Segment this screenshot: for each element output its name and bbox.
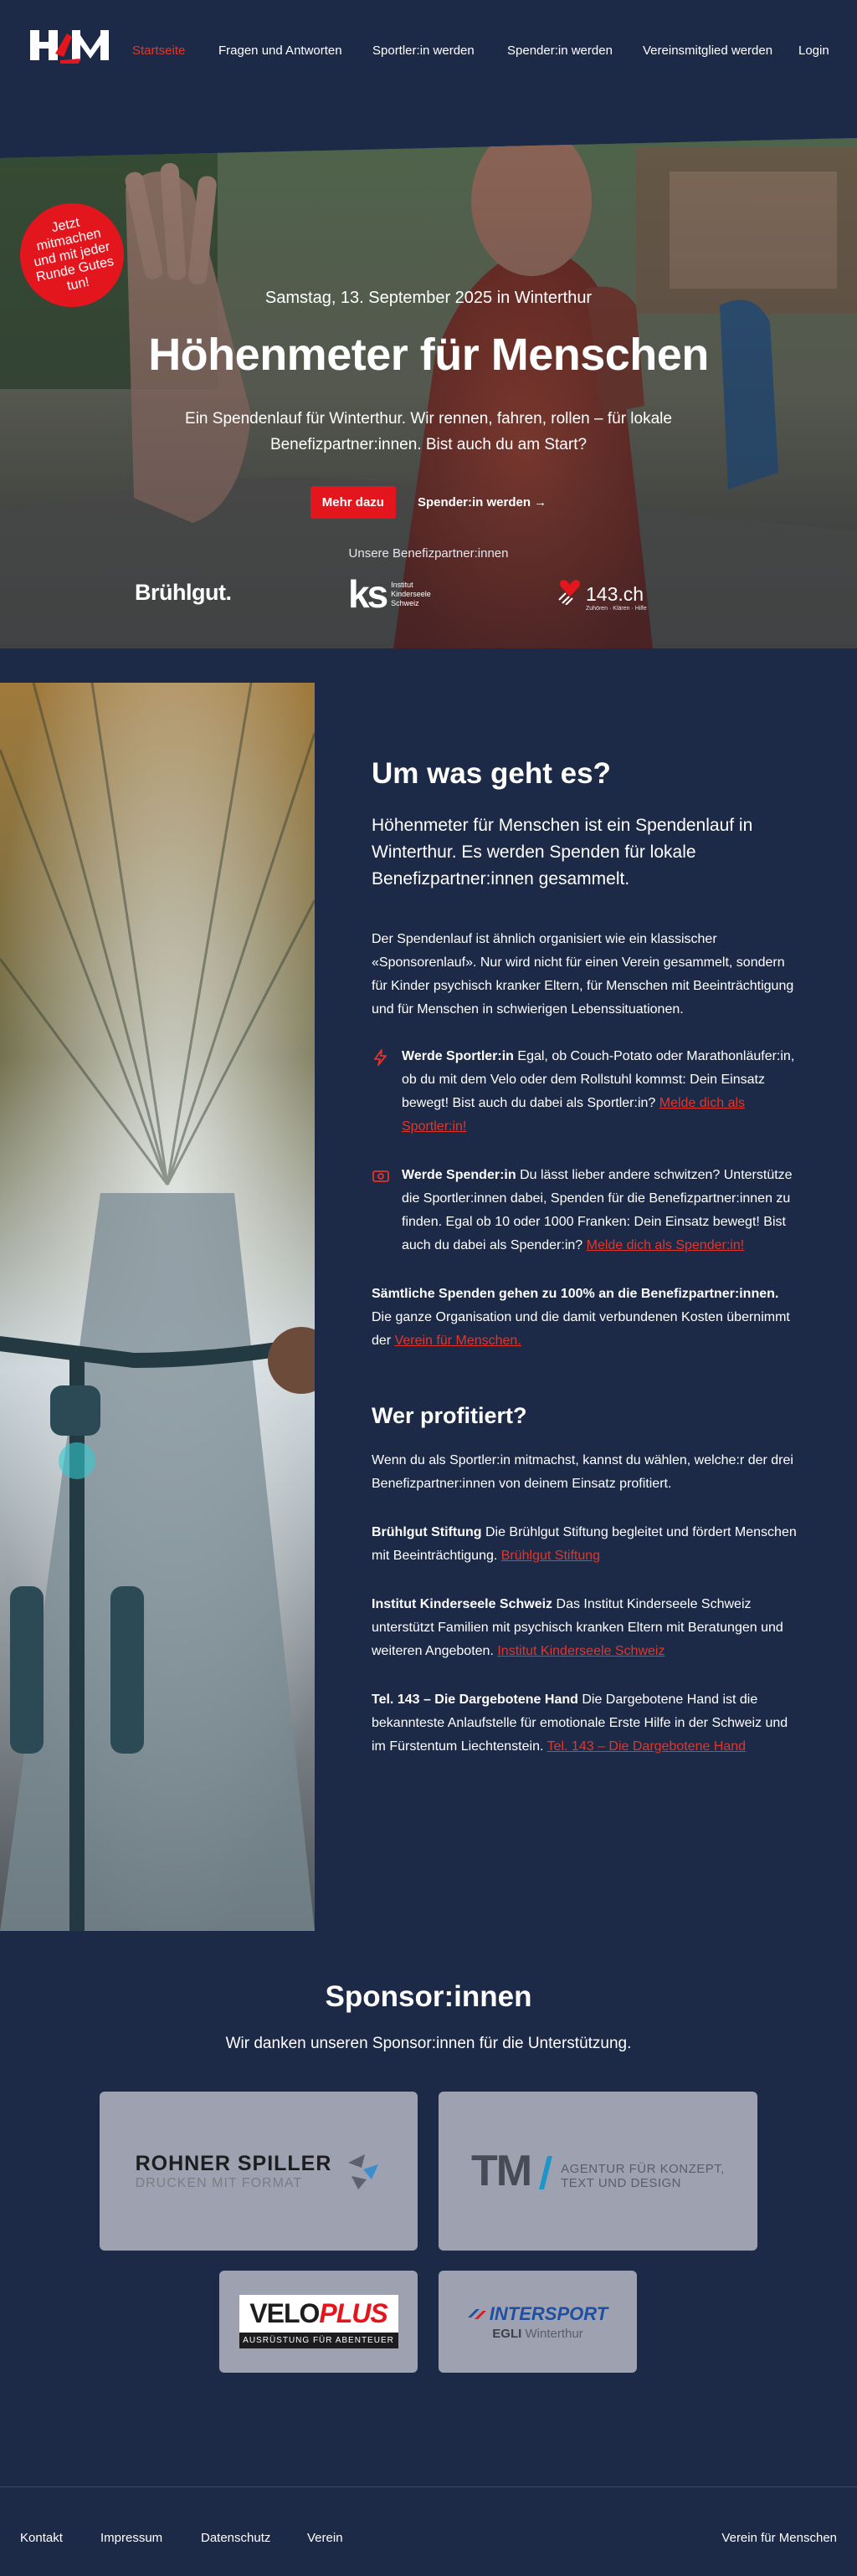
- bike-ride-image: [0, 683, 315, 1931]
- beneficiary-143: Tel. 143 – Die Dargebotene Hand Die Darg…: [372, 1688, 798, 1759]
- tel143-sub: Zuhören · Klären · Hilfe: [586, 606, 647, 612]
- donor-signup-link[interactable]: Melde dich als Spender:in!: [587, 1238, 745, 1252]
- footer-link-verein[interactable]: Verein: [307, 2531, 343, 2545]
- tm-line1: AGENTUR FÜR KONZEPT,: [561, 2162, 725, 2176]
- feature-donor-title: Werde Spender:in: [402, 1168, 516, 1182]
- sponsors-subtitle: Wir danken unseren Sponsor:innen für die…: [225, 2035, 632, 2052]
- veloplus-tagline: AUSRÜSTUNG FÜR ABENTEUER: [239, 2333, 398, 2348]
- footer-link-impressum[interactable]: Impressum: [100, 2531, 201, 2545]
- beneficiary-name: Tel. 143 – Die Dargebotene Hand: [372, 1693, 578, 1707]
- nav-item-startseite[interactable]: Startseite: [132, 44, 218, 58]
- site-header: Startseite Fragen und Antworten Sportler…: [0, 0, 857, 109]
- about-title: Um was geht es?: [372, 757, 611, 790]
- heart-icon: [558, 580, 580, 605]
- nav-item-sportler[interactable]: Sportler:in werden: [372, 44, 507, 58]
- intersport-mark-icon: [467, 2308, 486, 2319]
- tel143-label: 143.ch: [586, 583, 644, 605]
- sponsor-card-tm[interactable]: TM AGENTUR FÜR KONZEPT, TEXT UND DESIGN: [439, 2092, 757, 2251]
- spender-werden-link[interactable]: Spender:in werden →: [418, 495, 547, 510]
- hfm-logo-icon: [30, 30, 109, 64]
- footer-nav: Kontakt Impressum Datenschutz Verein: [20, 2531, 343, 2545]
- sponsor-card-veloplus[interactable]: VELOPLUS AUSRÜSTUNG FÜR ABENTEUER: [219, 2271, 418, 2373]
- partner-logo-143[interactable]: 143.ch Zuhören · Klären · Hilfe: [557, 575, 647, 612]
- sponsor-card-intersport[interactable]: INTERSPORT EGLI Winterthur: [439, 2271, 637, 2373]
- mehr-dazu-button[interactable]: Mehr dazu: [310, 486, 396, 519]
- main-nav: Startseite Fragen und Antworten Sportler…: [132, 44, 829, 58]
- veloplus-velo: VELO: [249, 2298, 320, 2328]
- tm-slash-icon: [539, 2156, 553, 2189]
- hero-buttons: Mehr dazu Spender:in werden →: [0, 486, 857, 519]
- partner-logo-kinderseele[interactable]: ks Institut Kinderseele Schweiz: [348, 575, 438, 613]
- site-logo[interactable]: [30, 28, 110, 65]
- lightning-icon: [374, 1049, 387, 1066]
- footer-org-name[interactable]: Verein für Menschen: [721, 2531, 837, 2545]
- beneficiary-name: Brühlgut Stiftung: [372, 1525, 482, 1539]
- hero-title: Höhenmeter für Menschen: [148, 330, 709, 380]
- rohner-mark-icon: [348, 2154, 379, 2189]
- veloplus-plus: PLUS: [319, 2298, 387, 2328]
- tm-mark: TM: [471, 2147, 532, 2195]
- hero-section: Jetzt mitmachen und mit jeder Runde Gute…: [0, 138, 857, 648]
- who-intro: Wenn du als Sportler:in mitmachst, kanns…: [372, 1453, 793, 1491]
- feature-donor: Werde Spender:in Du lässt lieber andere …: [372, 1164, 798, 1257]
- nav-item-spender[interactable]: Spender:in werden: [507, 44, 643, 58]
- kinderseele-link[interactable]: Institut Kinderseele Schweiz: [497, 1644, 665, 1658]
- feature-athlete-title: Werde Sportler:in: [402, 1049, 514, 1063]
- partners-label: Unsere Benefizpartner:innen: [348, 546, 509, 561]
- partner-logo-bruehlgut[interactable]: Brühlgut.: [135, 580, 232, 606]
- hero-date: Samstag, 13. September 2025 in Winterthu…: [264, 289, 593, 307]
- about-lead: Höhenmeter für Menschen ist ein Spendenl…: [372, 816, 753, 889]
- sponsor-card-rohner-spiller[interactable]: ROHNER SPILLER DRUCKEN MIT FORMAT: [100, 2092, 418, 2251]
- nav-item-faq[interactable]: Fragen und Antworten: [218, 44, 372, 58]
- about-section: Um was geht es? Höhenmeter für Menschen …: [372, 757, 798, 1759]
- rohner-name: ROHNER SPILLER: [135, 2151, 332, 2175]
- money-icon: [372, 1170, 389, 1182]
- all-donations-text: Sämtliche Spenden gehen zu 100% an die B…: [372, 1283, 798, 1353]
- verein-link[interactable]: Verein für Menschen.: [395, 1334, 521, 1348]
- tm-line2: TEXT UND DESIGN: [561, 2176, 682, 2190]
- beneficiary-name: Institut Kinderseele Schweiz: [372, 1597, 553, 1611]
- all-donations-bold: Sämtliche Spenden gehen zu 100% an die B…: [372, 1287, 779, 1301]
- kinderseele-mark: ks: [348, 572, 388, 616]
- nav-item-vereinsmitglied[interactable]: Vereinsmitglied werden: [643, 44, 798, 58]
- rohner-tagline: DRUCKEN MIT FORMAT: [135, 2175, 303, 2190]
- intersport-name: INTERSPORT: [489, 2302, 608, 2324]
- beneficiary-kinderseele: Institut Kinderseele Schweiz Das Institu…: [372, 1593, 798, 1663]
- footer-link-kontakt[interactable]: Kontakt: [20, 2531, 100, 2545]
- footer-link-datenschutz[interactable]: Datenschutz: [201, 2531, 307, 2545]
- feature-athlete: Werde Sportler:in Egal, ob Couch-Potato …: [372, 1045, 798, 1139]
- sponsors-title: Sponsor:innen: [325, 1980, 532, 2013]
- who-title: Wer profitiert?: [372, 1403, 527, 1428]
- intersport-winterthur: Winterthur: [521, 2326, 583, 2341]
- hero-subtitle: Ein Spendenlauf für Winterthur. Wir renn…: [185, 410, 672, 453]
- beneficiary-bruehlgut: Brühlgut Stiftung Die Brühlgut Stiftung …: [372, 1521, 798, 1568]
- kinderseele-text: Institut Kinderseele Schweiz: [391, 580, 431, 607]
- bruehlgut-link[interactable]: Brühlgut Stiftung: [501, 1549, 600, 1563]
- nav-item-login[interactable]: Login: [798, 44, 829, 58]
- intersport-egli: EGLI: [492, 2326, 522, 2341]
- hero-overlay: [0, 138, 857, 648]
- about-intro: Der Spendenlauf ist ähnlich organisiert …: [372, 932, 794, 1017]
- footer-divider: [0, 2486, 857, 2487]
- tel143-link[interactable]: Tel. 143 – Die Dargebotene Hand: [547, 1739, 747, 1754]
